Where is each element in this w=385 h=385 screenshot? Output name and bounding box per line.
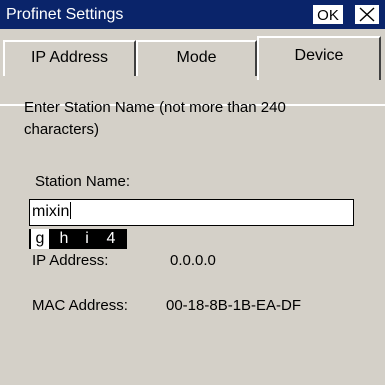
- candidate-item[interactable]: 4: [101, 229, 121, 249]
- tab-mode[interactable]: Mode: [136, 40, 257, 76]
- profinet-settings-window: Profinet Settings OK IP Address Mode Dev…: [0, 0, 385, 385]
- mac-address-value: 00-18-8B-1B-EA-DF: [166, 297, 302, 314]
- mac-address-label: MAC Address:: [32, 297, 128, 314]
- candidate-item[interactable]: h: [55, 229, 73, 249]
- close-button[interactable]: [355, 5, 379, 24]
- instruction-text: Enter Station Name (not more than 240 ch…: [24, 99, 286, 138]
- ip-address-label: IP Address:: [32, 252, 109, 269]
- input-candidate-bar: g h i 4: [29, 229, 127, 249]
- tab-ip-address[interactable]: IP Address: [3, 40, 136, 76]
- ok-button[interactable]: OK: [313, 5, 343, 24]
- candidate-item[interactable]: i: [79, 229, 95, 249]
- station-name-label: Station Name:: [35, 173, 131, 190]
- title-bar: Profinet Settings OK: [0, 0, 385, 29]
- ip-address-value: 0.0.0.0: [170, 252, 216, 269]
- window-title: Profinet Settings: [6, 6, 124, 23]
- tab-device[interactable]: Device: [257, 36, 381, 80]
- candidate-item[interactable]: g: [31, 229, 49, 249]
- tab-strip: IP Address Mode Device: [0, 29, 385, 106]
- station-name-input[interactable]: mixin: [29, 199, 354, 226]
- close-icon: [359, 7, 375, 22]
- station-name-value: mixin: [32, 203, 70, 220]
- text-caret: [70, 202, 72, 219]
